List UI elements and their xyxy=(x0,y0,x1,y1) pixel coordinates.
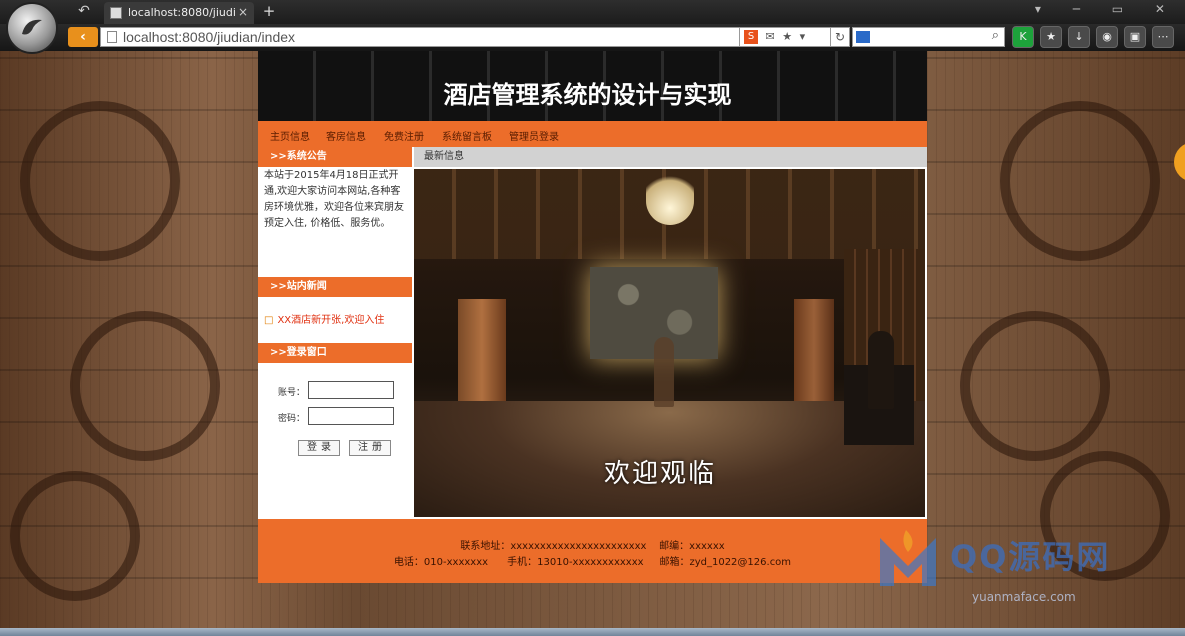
decorative-swirl xyxy=(1000,101,1160,261)
menu-icon[interactable]: ⋯ xyxy=(1152,26,1174,48)
bookmark-star-icon[interactable]: ★ xyxy=(782,28,792,46)
latest-info-heading: 最新信息 xyxy=(414,147,927,167)
nav-home[interactable]: 主页信息 xyxy=(270,128,310,143)
close-tab-icon[interactable]: × xyxy=(238,5,248,19)
address-bar[interactable]: localhost:8080/jiudian/index xyxy=(100,27,740,47)
bullet-icon: □ xyxy=(264,315,274,326)
notice-heading: >>系统公告 xyxy=(258,147,412,167)
toolbar-buttons: K ★ ↓ ◉ ▣ ⋯ xyxy=(1012,26,1180,48)
watermark-logo-icon xyxy=(880,530,936,586)
news-item-link[interactable]: XX酒店新开张,欢迎入住 xyxy=(277,315,384,326)
news-item[interactable]: □ XX酒店新开张,欢迎入住 xyxy=(264,311,384,326)
footer-contact: 电话：010-xxxxxxx 手机：13010-xxxxxxxxxxxx 邮箱：… xyxy=(393,557,792,568)
password-input[interactable] xyxy=(308,407,394,425)
undo-close-tab-icon[interactable]: ↶ xyxy=(74,3,94,21)
decorative-swirl xyxy=(10,471,140,601)
nav-guestbook[interactable]: 系统留言板 xyxy=(442,128,492,143)
password-row: 密码： xyxy=(278,407,394,425)
tab-title: localhost:8080/jiudi xyxy=(128,6,236,19)
site-footer: 联系地址：xxxxxxxxxxxxxxxxxxxxxxx 邮编：xxxxxx 电… xyxy=(258,519,927,583)
welcome-caption: 欢迎观临 xyxy=(604,459,717,489)
nav-admin-login[interactable]: 管理员登录 xyxy=(509,128,559,143)
register-button[interactable]: 注册 xyxy=(349,440,391,456)
person-silhouette xyxy=(654,337,674,407)
star-icon[interactable]: ★ xyxy=(1040,26,1062,48)
nav-rooms[interactable]: 客房信息 xyxy=(326,128,366,143)
mail-icon[interactable]: ✉ xyxy=(766,28,775,46)
news-heading: >>站内新闻 xyxy=(258,277,412,297)
nav-register[interactable]: 免费注册 xyxy=(384,128,424,143)
sidebar: >>系统公告 本站于2015年4月18日正式开通,欢迎大家访问本网站,各种客房环… xyxy=(258,147,412,517)
page-icon xyxy=(107,31,117,43)
window-controls[interactable]: ▾ ─ ▭ ✕ xyxy=(1035,2,1179,16)
address-actions: S ✉ ★ ▾ xyxy=(740,27,830,47)
chandelier xyxy=(646,169,694,225)
search-input[interactable]: ⌕ xyxy=(852,27,1005,47)
gamepad-icon[interactable]: ◉ xyxy=(1096,26,1118,48)
browser-toolbar: ‹ localhost:8080/jiudian/index S ✉ ★ ▾ ↻… xyxy=(0,24,1185,51)
download-icon[interactable]: ↓ xyxy=(1068,26,1090,48)
browser-logo-icon[interactable] xyxy=(6,2,58,54)
chevron-down-icon[interactable]: ▾ xyxy=(800,28,806,46)
hotel-lobby-image: 欢迎观临 xyxy=(414,169,925,517)
site-banner: 酒店管理系统的设计与实现 xyxy=(258,51,927,121)
search-engine-icon[interactable] xyxy=(856,31,870,43)
url-text: localhost:8080/jiudian/index xyxy=(123,29,296,45)
kaspersky-icon[interactable]: K xyxy=(1012,26,1034,48)
site-title: 酒店管理系统的设计与实现 xyxy=(443,80,732,109)
password-label: 密码： xyxy=(278,414,306,424)
refresh-icon[interactable]: ↻ xyxy=(830,27,850,47)
decorative-swirl xyxy=(20,101,180,261)
search-icon[interactable]: ⌕ xyxy=(992,28,999,43)
decorative-swirl xyxy=(70,311,220,461)
plugin-icon[interactable]: S xyxy=(744,30,758,44)
printer-icon[interactable]: ▣ xyxy=(1124,26,1146,48)
back-button[interactable]: ‹ xyxy=(68,27,98,47)
footer-address: 联系地址：xxxxxxxxxxxxxxxxxxxxxxx 邮编：xxxxxx xyxy=(460,541,725,552)
watermark-url: yuanmaface.com xyxy=(972,590,1076,604)
account-label: 账号： xyxy=(278,388,306,398)
notice-text: 本站于2015年4月18日正式开通,欢迎大家访问本网站,各种客房环境优雅，欢迎各… xyxy=(264,170,404,229)
page-favicon-icon xyxy=(110,7,122,19)
browser-tab[interactable]: localhost:8080/jiudi × xyxy=(104,2,254,24)
browser-tabstrip: ↶ localhost:8080/jiudi × + ▾ ─ ▭ ✕ xyxy=(0,0,1185,24)
site-container: 酒店管理系统的设计与实现 主页信息 客房信息 免费注册 系统留言板 管理员登录 … xyxy=(258,51,927,583)
pillar xyxy=(458,299,506,409)
new-tab-button[interactable]: + xyxy=(260,2,278,22)
account-input[interactable] xyxy=(308,381,394,399)
pillar xyxy=(794,299,834,409)
os-taskbar xyxy=(0,628,1185,636)
person-silhouette xyxy=(868,331,894,409)
account-row: 账号： xyxy=(278,381,394,399)
main-nav: 主页信息 客房信息 免费注册 系统留言板 管理员登录 xyxy=(258,121,927,147)
login-button[interactable]: 登录 xyxy=(298,440,340,456)
watermark-brand: QQ源码网 xyxy=(950,538,1111,576)
decorative-swirl xyxy=(960,311,1110,461)
login-heading: >>登录窗口 xyxy=(258,343,412,363)
